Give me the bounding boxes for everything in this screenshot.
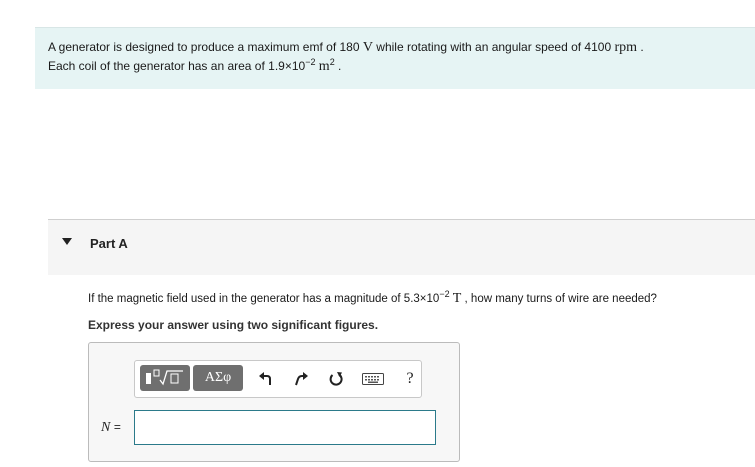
question-text: If the magnetic field used in the genera… xyxy=(88,289,657,307)
unit-volts: V xyxy=(362,40,373,55)
part-header[interactable] xyxy=(48,220,755,275)
exponent: −2 xyxy=(305,57,316,67)
problem-line-1: A generator is designed to produce a max… xyxy=(48,40,644,56)
reset-button[interactable] xyxy=(326,369,346,389)
unit-rpm: rpm xyxy=(614,40,638,55)
problem-text: A generator is designed to produce a max… xyxy=(48,40,363,54)
reset-icon xyxy=(329,372,343,386)
question-segment: , how many turns of wire are needed? xyxy=(461,293,657,305)
exponent: −2 xyxy=(439,289,450,300)
collapse-caret-icon[interactable] xyxy=(62,238,72,245)
part-title[interactable]: Part A xyxy=(90,236,128,251)
keyboard-button[interactable] xyxy=(360,369,386,389)
problem-statement: A generator is designed to produce a max… xyxy=(35,27,755,89)
problem-text: . xyxy=(637,40,644,54)
help-icon: ? xyxy=(406,370,414,387)
answer-label: N = xyxy=(101,420,121,436)
templates-icon xyxy=(146,369,183,386)
equals-sign: = xyxy=(113,420,121,434)
help-button[interactable]: ? xyxy=(400,369,420,389)
unit-meters: m xyxy=(318,59,330,74)
problem-text: . xyxy=(334,59,342,73)
math-toolbar: ΑΣφ ? xyxy=(134,360,422,398)
answer-input[interactable] xyxy=(134,410,436,445)
greek-symbols-button[interactable]: ΑΣφ xyxy=(193,365,243,391)
templates-button[interactable] xyxy=(140,365,190,391)
answer-variable: N xyxy=(101,420,111,435)
answer-instruction: Express your answer using two significan… xyxy=(88,318,379,332)
undo-icon xyxy=(259,372,271,385)
answer-panel: ΑΣφ ? N = xyxy=(88,342,460,462)
redo-icon xyxy=(295,372,308,386)
redo-button[interactable] xyxy=(291,369,311,389)
problem-line-2: Each coil of the generator has an area o… xyxy=(48,57,342,75)
undo-button[interactable] xyxy=(256,369,276,389)
question-segment: If the magnetic field used in the genera… xyxy=(88,293,440,305)
problem-text: Each coil of the generator has an area o… xyxy=(48,59,306,73)
problem-text: while rotating with an angular speed of … xyxy=(372,40,615,54)
greek-symbols-icon: ΑΣφ xyxy=(204,370,232,385)
keyboard-icon xyxy=(362,373,384,385)
